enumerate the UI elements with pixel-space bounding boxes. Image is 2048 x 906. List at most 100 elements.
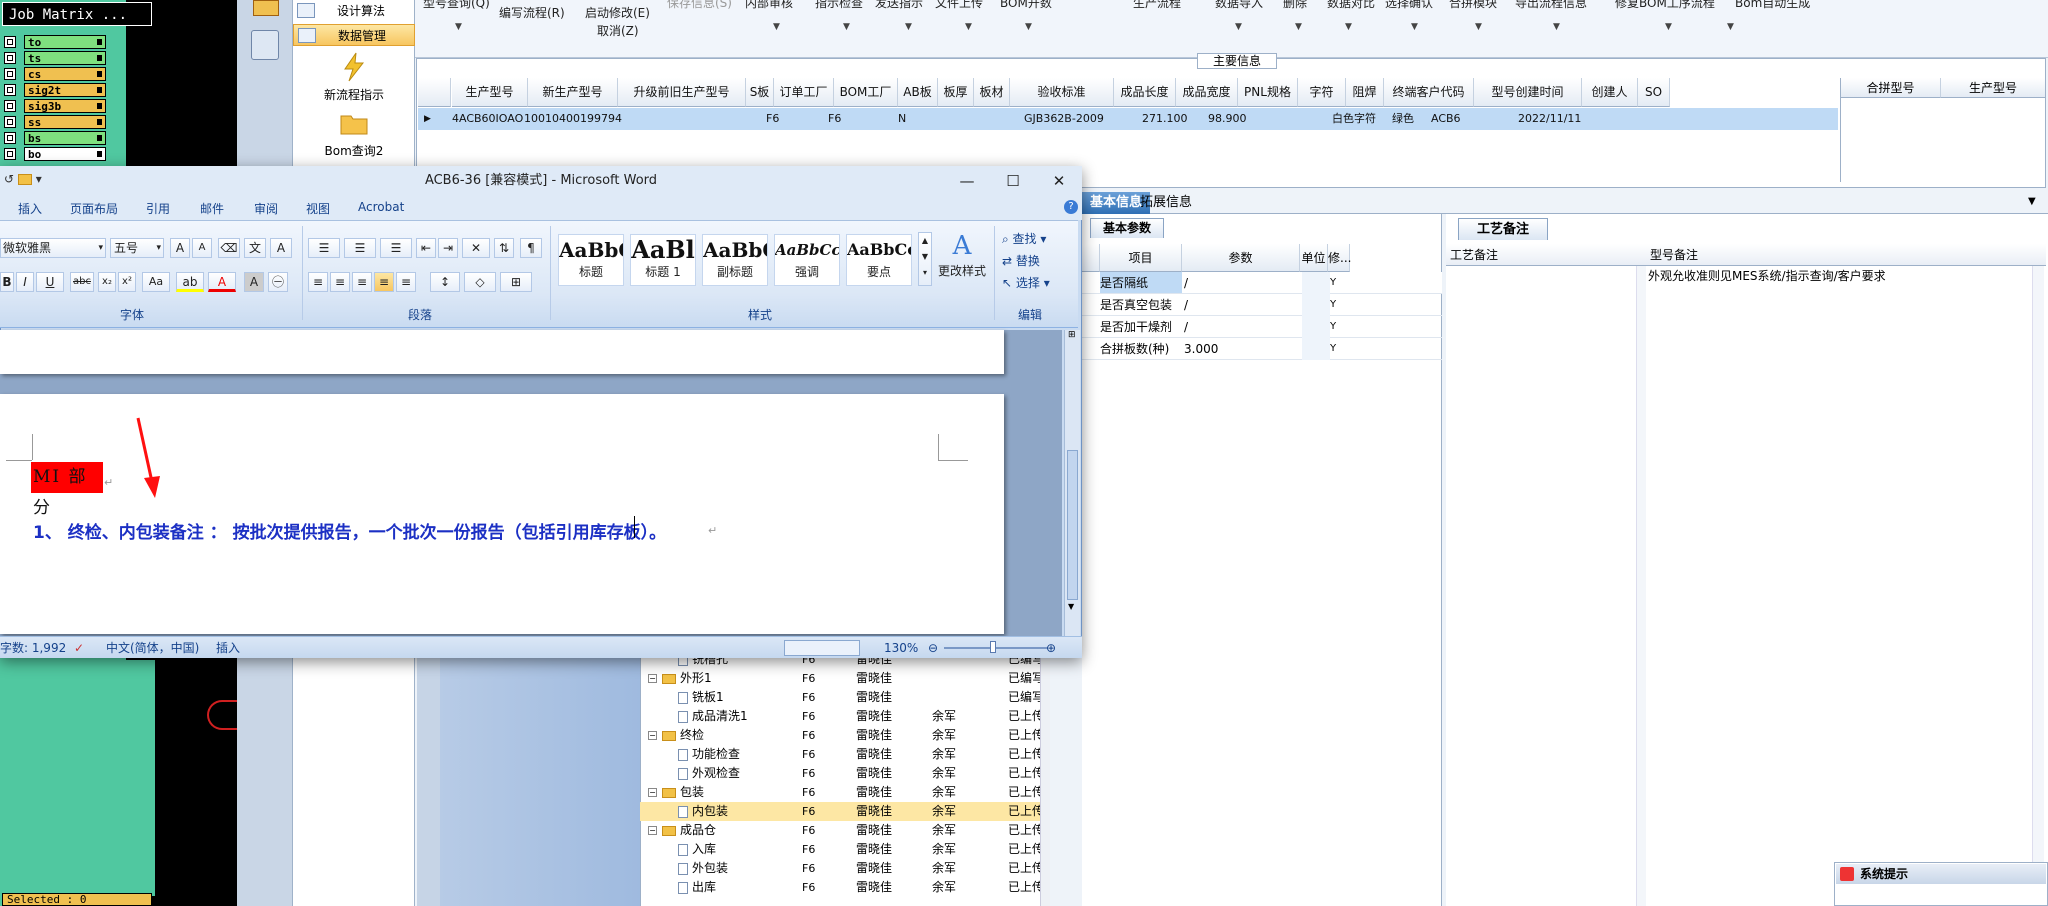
scrollbar[interactable] [1636,266,1646,906]
column-header[interactable]: 阻焊 [1346,78,1384,107]
param-item[interactable]: 是否真空包装 [1100,294,1172,316]
param-unit[interactable] [1302,316,1330,338]
header-model-remark[interactable]: 型号备注 [1646,244,2046,266]
page-previous[interactable] [0,330,1004,374]
select-button[interactable]: ↖ 选择 ▾ [1002,274,1050,291]
cell-model[interactable]: 4ACB60IOAO [452,108,523,130]
tab-mailings[interactable]: 邮件 [200,200,224,217]
cell-customer[interactable]: ACB6 [1431,108,1461,130]
borders-button[interactable]: ⊞ [500,272,532,292]
layer-checkbox[interactable] [4,51,16,64]
menu-delete[interactable]: 删除 [1283,0,1307,11]
find-button[interactable]: ⌕ 查找 ▾ [1002,230,1046,247]
close-button[interactable]: ✕ [1036,166,1082,196]
chevron-down-icon[interactable]: ▼ [1475,22,1482,32]
layer-row[interactable]: ts [4,50,126,65]
table-row[interactable]: 是否真空包装 / Y [1082,294,1442,316]
vertical-scrollbar[interactable]: ▼ ⊞ [1064,330,1080,636]
decrease-indent-button[interactable]: ⇤ [416,238,436,258]
font-size-select[interactable]: 五号 ▾ [110,238,164,258]
layer-checkbox[interactable] [4,115,16,128]
column-header[interactable]: 板材 [974,78,1010,107]
distribute-button[interactable]: ≡ [396,272,416,292]
enclose-char-button[interactable]: ㊀ [268,272,288,292]
menu-upload[interactable]: 文件上传 [935,0,983,11]
param-value[interactable]: / [1184,272,1188,294]
layer-name[interactable]: bs [24,130,106,145]
header-process-remark[interactable]: 工艺备注 [1446,244,1646,266]
collapse-icon[interactable]: − [648,788,657,797]
tree-node[interactable]: 入库 F6 雷晓佳 余军 已上传 [640,840,1040,859]
numbering-button[interactable]: ☰ [344,238,376,258]
header-unit[interactable]: 单位 [1300,244,1328,272]
cell-width[interactable]: 98.900 [1208,108,1247,130]
layer-row[interactable]: sig3b [4,98,126,113]
cell-new-model[interactable]: 10010400199794 [524,108,622,130]
column-header[interactable]: BOM工厂 [834,78,898,107]
chevron-down-icon[interactable]: ▼ [1665,22,1672,32]
shrink-font-icon[interactable]: A [192,238,212,258]
insert-mode[interactable]: 插入 [216,637,240,659]
layer-checkbox[interactable] [4,67,16,80]
tree-node[interactable]: 内包装 F6 雷晓佳 余军 已上传 [640,802,1040,821]
styles-scroll[interactable]: ▲ ▼ ▾ [918,232,932,286]
zoom-level[interactable]: 130% [884,637,918,659]
underline-button[interactable]: U [36,272,64,292]
sort-button[interactable]: ⇅ [494,238,514,258]
tab-process-remark[interactable]: 工艺备注 [1458,218,1548,240]
layer-name[interactable]: sig3b [24,98,106,113]
column-header[interactable]: PNL规格 [1238,78,1298,107]
menu-bom-auto[interactable]: Bom自动生成 [1735,0,1810,11]
proofing-icon[interactable]: ✓ [74,637,84,659]
italic-button[interactable]: I [16,272,34,292]
menu-check[interactable]: 指示检查 [815,0,863,11]
qat-dropdown-icon[interactable]: ▾ [36,172,42,186]
job-matrix-title[interactable]: Job Matrix ... [2,2,152,26]
word-count[interactable]: 字数: 1,992 [0,637,66,659]
show-marks-button[interactable]: ¶ [520,238,542,258]
column-header[interactable]: 板厚 [938,78,974,107]
chevron-down-icon[interactable]: ▼ [1727,22,1734,32]
menu-start-modify[interactable]: 启动修改(E) [585,4,650,21]
line-spacing-button[interactable]: ↕ [430,272,460,292]
chevron-down-icon[interactable]: ▼ [1553,22,1560,32]
layer-row[interactable]: sig2t [4,82,126,97]
multilevel-button[interactable]: ☰ [380,238,412,258]
table-row[interactable]: 合拼板数(种) 3.000 Y [1082,338,1442,360]
justify-button[interactable]: ≡ [374,272,394,292]
menu-save-info[interactable]: 保存信息(S) [667,0,732,11]
tree-node[interactable]: − 外形1 F6 雷晓佳 已编写 [640,669,1040,688]
menu-edit-flow[interactable]: 编写流程(R) [499,4,565,21]
language[interactable]: 中文(简体，中国) [106,637,199,659]
menu-flow[interactable]: 生产流程 [1133,0,1181,11]
menu-bom-count[interactable]: BOM开数 [1000,0,1052,11]
change-styles-button[interactable]: A 更改样式 [934,230,990,279]
tree-node[interactable]: 功能检查 F6 雷晓佳 余军 已上传 [640,745,1040,764]
param-value[interactable]: / [1184,294,1188,316]
tab-acrobat[interactable]: Acrobat [358,200,404,214]
layer-name[interactable]: sig2t [24,82,106,97]
style-4[interactable]: AaBbCcDd 强调 [774,234,840,286]
packaging-note[interactable]: 1、 终检、内包装备注 ： 按批次提供报告，一个批次一份报告（包括引用库存板）。 [33,518,666,543]
chevron-down-icon[interactable]: ▼ [1235,22,1242,32]
scroll-down-icon[interactable]: ▼ [1068,602,1074,611]
model-remark-text[interactable]: 外观允收准则见MES系统/指示查询/客户要求 [1648,266,2032,286]
cell-solder[interactable]: 绿色 [1392,108,1414,130]
tab-references[interactable]: 引用 [146,200,170,217]
column-header[interactable]: 字符 [1298,78,1346,107]
align-left-button[interactable]: ≡ [308,272,328,292]
tab-view[interactable]: 视图 [306,200,330,217]
open-icon[interactable] [17,174,32,185]
char-shading-button[interactable]: A [244,272,264,292]
column-header[interactable]: S板 [746,78,774,107]
param-item[interactable]: 是否加干燥剂 [1100,316,1172,338]
cell-bom-factory[interactable]: F6 [828,108,841,130]
param-unit[interactable] [1302,272,1330,294]
tab-layout[interactable]: 页面布局 [70,200,118,217]
cell-order-factory[interactable]: F6 [766,108,779,130]
header-prod-model[interactable]: 生产型号 [1941,78,2045,98]
style-2[interactable]: AaBl 标题 1 [630,234,696,286]
collapse-icon[interactable]: − [648,731,657,740]
nav-new-flow[interactable]: 新流程指示 [293,52,415,103]
collapse-icon[interactable]: − [648,826,657,835]
